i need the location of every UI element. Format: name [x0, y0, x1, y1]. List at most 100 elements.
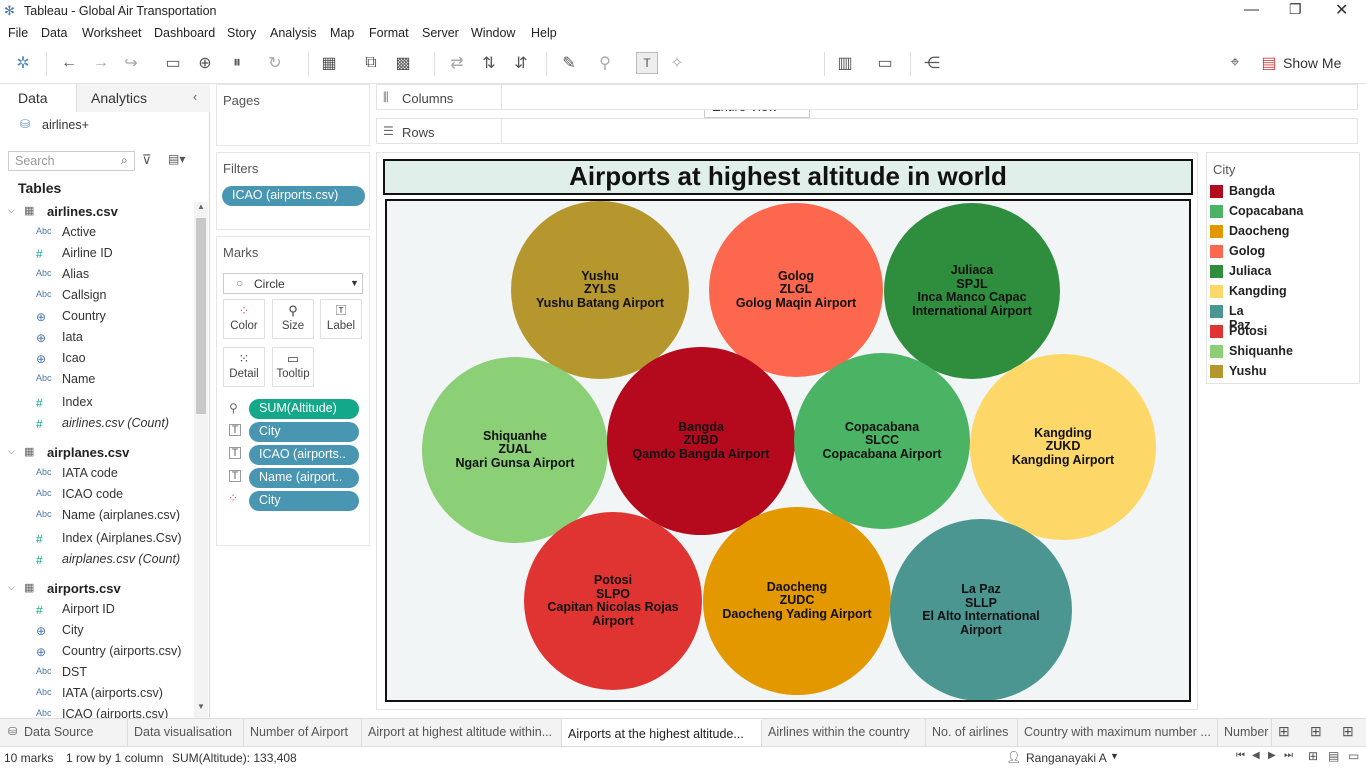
new-story-icon[interactable]: ⊞: [1342, 723, 1354, 740]
field-item[interactable]: # airplanes.csv (Count): [0, 550, 190, 571]
bubble-copacabana[interactable]: Copacabana SLCC Copacabana Airport: [794, 353, 970, 529]
mark-pill-city[interactable]: City: [249, 422, 359, 442]
clear-sheet-icon[interactable]: ▩: [392, 52, 414, 74]
field-item[interactable]: # Airline ID: [0, 244, 190, 265]
tab-analytics[interactable]: Analytics ‹: [76, 84, 210, 112]
field-item[interactable]: # Airport ID: [0, 600, 190, 621]
undo-icon[interactable]: ←: [58, 52, 80, 74]
menu-server[interactable]: Server: [422, 26, 459, 40]
tabs-icon[interactable]: ▭: [1348, 749, 1359, 763]
tab-number[interactable]: Number: [1218, 719, 1272, 746]
show-labels-icon[interactable]: T: [636, 52, 658, 74]
filmstrip-icon[interactable]: ▤: [1328, 749, 1339, 763]
table-header[interactable]: ⌵ ▦ airplanes.csv: [0, 443, 190, 465]
last-sheet-icon[interactable]: ⏭: [1284, 750, 1293, 761]
show-cards-icon[interactable]: ▥: [834, 52, 856, 74]
menu-story[interactable]: Story: [227, 26, 256, 40]
bubble-shiquanhe[interactable]: Shiquanhe ZUAL Ngari Gunsa Airport: [422, 357, 608, 543]
menu-window[interactable]: Window: [471, 26, 515, 40]
save-icon[interactable]: ▭: [162, 52, 184, 74]
highlight-icon[interactable]: ✎: [558, 52, 580, 74]
filter-pill-icao[interactable]: ICAO (airports.csv): [222, 186, 365, 206]
pages-card[interactable]: Pages: [216, 84, 370, 146]
mark-pill-city-color[interactable]: City: [249, 491, 359, 511]
tooltip-button[interactable]: ▭ Tooltip: [272, 347, 314, 387]
restore-icon[interactable]: ❐: [1289, 1, 1302, 18]
field-item[interactable]: Abc Alias: [0, 265, 190, 286]
field-item[interactable]: Abc IATA (airports.csv): [0, 684, 190, 705]
group-icon[interactable]: ⚲: [594, 52, 616, 74]
field-item[interactable]: Abc IATA code: [0, 464, 190, 485]
filters-card[interactable]: Filters ICAO (airports.csv): [216, 152, 370, 230]
refresh-icon[interactable]: ↻: [264, 52, 286, 74]
user-name[interactable]: Ranganayaki A: [1026, 751, 1107, 765]
mark-type-dropdown[interactable]: ○ Circle ▼: [223, 273, 363, 294]
chevron-down-icon[interactable]: ▼: [1110, 751, 1119, 761]
datasource-name[interactable]: airlines+: [42, 118, 89, 132]
field-item[interactable]: ⊕ Icao: [0, 349, 190, 370]
field-item[interactable]: # airlines.csv (Count): [0, 414, 190, 435]
new-dashboard-icon[interactable]: ⊞: [1310, 723, 1322, 740]
tab-data-source[interactable]: Data Source: [18, 719, 128, 746]
field-item[interactable]: # Index (Airplanes.Csv): [0, 529, 190, 550]
mark-pill-name[interactable]: Name (airport..: [249, 468, 359, 488]
rows-shelf[interactable]: ☰ Rows: [376, 118, 1358, 144]
share-icon[interactable]: ⋲: [921, 52, 943, 74]
filter-icon[interactable]: ⊽: [142, 152, 152, 168]
view-options-icon[interactable]: ▤▾: [168, 152, 185, 166]
swap-icon[interactable]: ⇄: [446, 52, 468, 74]
new-datasource-icon[interactable]: ⊕: [194, 52, 216, 74]
bubble-yushu[interactable]: Yushu ZYLS Yushu Batang Airport: [511, 201, 689, 379]
menu-file[interactable]: File: [8, 26, 28, 40]
new-sheet-icon[interactable]: ⊞: [1278, 723, 1290, 740]
close-icon[interactable]: ✕: [1335, 0, 1348, 20]
next-sheet-icon[interactable]: ▶: [1268, 750, 1276, 761]
show-me-icon[interactable]: ▤: [1258, 52, 1280, 74]
field-item[interactable]: Abc Name: [0, 370, 190, 391]
replay-icon[interactable]: ↪: [120, 52, 142, 74]
pause-updates-icon[interactable]: ⏸: [226, 52, 248, 74]
field-item[interactable]: # Index: [0, 393, 190, 414]
menu-help[interactable]: Help: [531, 26, 557, 40]
mark-pill-icao[interactable]: ICAO (airports..: [249, 445, 359, 465]
tab-number-of-airport[interactable]: Number of Airport: [244, 719, 362, 746]
bubble-golog[interactable]: Golog ZLGL Golog Maqin Airport: [709, 203, 883, 377]
menu-data[interactable]: Data: [41, 26, 67, 40]
bubble-la-paz[interactable]: La Paz SLLP El Alto International Airport: [890, 519, 1072, 700]
size-button[interactable]: ⚲ Size: [272, 299, 314, 339]
sort-descending-icon[interactable]: ⇵: [510, 52, 532, 74]
new-worksheet-icon[interactable]: ▦: [318, 52, 340, 74]
menu-dashboard[interactable]: Dashboard: [154, 26, 215, 40]
field-item[interactable]: Abc DST: [0, 663, 190, 684]
field-item[interactable]: Abc Name (airplanes.csv): [0, 506, 190, 527]
field-item[interactable]: ⊕ Iata: [0, 328, 190, 349]
menu-map[interactable]: Map: [330, 26, 354, 40]
minimize-icon[interactable]: —: [1244, 1, 1259, 18]
tab-country-max-number[interactable]: Country with maximum number ...: [1018, 719, 1218, 746]
fix-axes-icon[interactable]: ✧: [666, 52, 688, 74]
bubble-potosi[interactable]: Potosi SLPO Capitan Nicolas Rojas Airport: [524, 512, 702, 690]
menu-worksheet[interactable]: Worksheet: [82, 26, 142, 40]
first-sheet-icon[interactable]: ⏮: [1236, 750, 1245, 761]
field-item[interactable]: Abc ICAO code: [0, 485, 190, 506]
paint-icon[interactable]: ⌖: [1224, 52, 1246, 74]
mark-pill-altitude[interactable]: SUM(Altitude): [249, 399, 359, 419]
field-item[interactable]: ⊕ Country (airports.csv): [0, 642, 190, 663]
tableau-home-icon[interactable]: ✲: [12, 52, 34, 74]
tab-data-visualisation[interactable]: Data visualisation: [128, 719, 244, 746]
bubble-daocheng[interactable]: Daocheng ZUDC Daocheng Yading Airport: [703, 507, 891, 695]
sort-ascending-icon[interactable]: ⇅: [478, 52, 500, 74]
bubble-juliaca[interactable]: Juliaca SPJL Inca Manco Capac Internationa…: [884, 203, 1060, 379]
presentation-mode-icon[interactable]: ▭: [874, 52, 896, 74]
sheet-sorter-icon[interactable]: ⊞: [1308, 749, 1318, 763]
tab-airports-highest-altitude[interactable]: Airports at the highest altitude...: [562, 719, 762, 746]
tab-airlines-within-country[interactable]: Airlines within the country: [762, 719, 926, 746]
field-item[interactable]: ⊕ Country: [0, 307, 190, 328]
tab-airport-highest-altitude-within[interactable]: Airport at highest altitude within...: [362, 719, 562, 746]
field-item[interactable]: Abc ICAO (airports.csv): [0, 705, 190, 718]
field-item[interactable]: Abc Callsign: [0, 286, 190, 307]
bubble-bangda[interactable]: Bangda ZUBD Qamdo Bangda Airport: [607, 347, 795, 535]
scrollbar[interactable]: ▲ ▼: [194, 202, 208, 718]
tab-data[interactable]: Data: [0, 84, 76, 112]
bubble-kangding[interactable]: Kangding ZUKD Kangding Airport: [970, 354, 1156, 540]
